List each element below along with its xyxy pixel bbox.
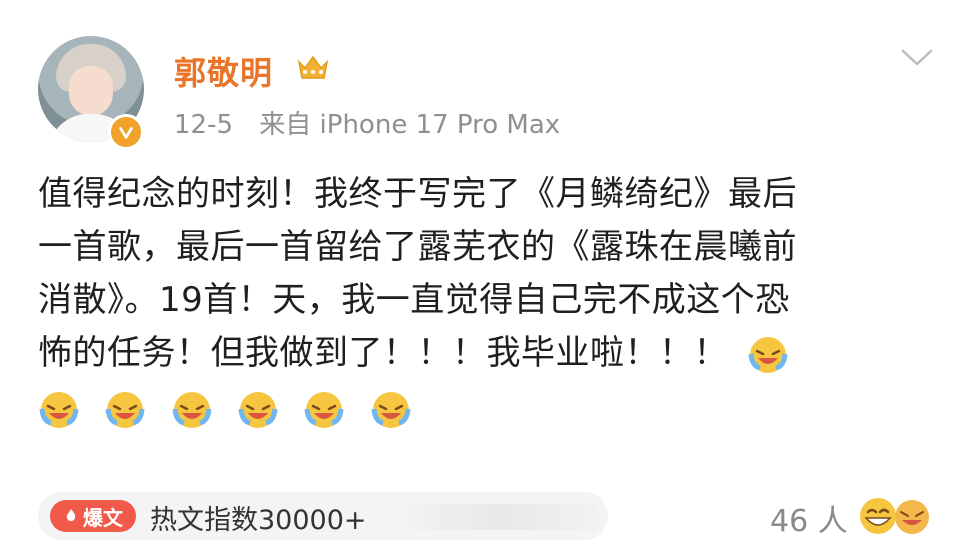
chevron-down-icon[interactable] <box>900 48 934 68</box>
flame-icon <box>66 509 76 521</box>
laughing-emoji <box>895 500 929 534</box>
content-line-2: 一首歌，最后一首留给了露芜衣的《露珠在晨曦前 <box>38 227 797 267</box>
post-source[interactable]: 来自 iPhone 17 Pro Max <box>259 110 560 140</box>
hot-index-text: 热文指数30000+ <box>150 505 367 536</box>
crying-laughing-emoji <box>39 391 79 428</box>
crying-laughing-emoji <box>238 391 278 428</box>
reaction-icons[interactable] <box>856 494 936 538</box>
content-line-4: 怖的任务！但我做到了！！！我毕业啦！！！ <box>38 327 938 380</box>
verified-icon <box>108 114 144 150</box>
crying-laughing-emoji <box>371 391 411 428</box>
post-meta: 12-5 来自 iPhone 17 Pro Max <box>174 104 560 141</box>
hot-badge[interactable]: 爆文 <box>50 500 136 532</box>
crying-laughing-emoji <box>105 391 145 428</box>
reaction-count[interactable]: 46 人 <box>770 496 848 540</box>
blurred-region <box>408 504 598 530</box>
crying-laughing-emoji <box>172 391 212 428</box>
post-date: 12-5 <box>174 110 234 140</box>
crying-laughing-emoji <box>748 336 788 373</box>
crying-laughing-emoji <box>304 391 344 428</box>
content-line-3: 消散》。19首！天，我一直觉得自己完不成这个恐 <box>38 280 790 320</box>
hot-badge-label: 爆文 <box>83 505 123 530</box>
crown-icon <box>297 55 329 79</box>
avatar-face <box>69 66 113 116</box>
smiling-emoji <box>860 498 896 534</box>
content-line-1: 值得纪念的时刻！我终于写完了《月鳞绮纪》最后 <box>38 174 797 214</box>
post-content: 值得纪念的时刻！我终于写完了《月鳞绮纪》最后 一首歌，最后一首留给了露芜衣的《露… <box>38 168 938 437</box>
emoji-row <box>38 382 938 437</box>
content-line-4-text: 怖的任务！但我做到了！！！我毕业啦！！！ <box>38 333 728 373</box>
username[interactable]: 郭敬明 <box>174 48 273 94</box>
